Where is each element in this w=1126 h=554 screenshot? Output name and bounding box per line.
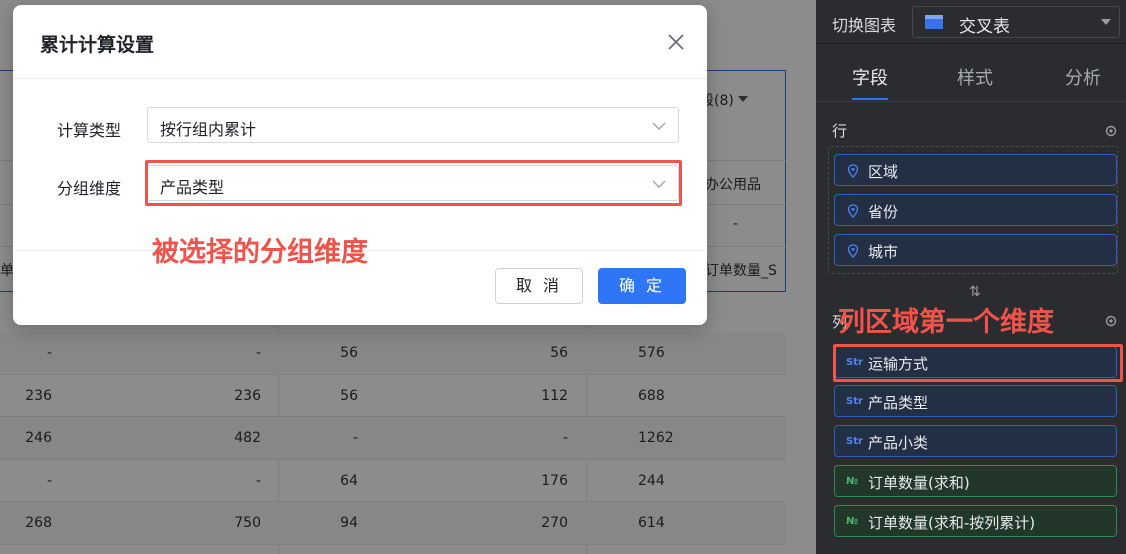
chevron-down-icon — [652, 122, 666, 130]
string-type-icon: Str — [846, 396, 863, 407]
close-icon[interactable] — [665, 31, 687, 53]
row-field-label: 区域 — [868, 163, 899, 181]
panel-tabs: 字段 样式 分析 — [816, 44, 1126, 102]
group-dim-label: 分组维度 — [57, 179, 122, 198]
location-pin-icon — [847, 244, 859, 258]
measure-field-pill[interactable]: № 订单数量(求和-按列累计) — [834, 505, 1117, 537]
row-field-pill[interactable]: 省份 — [834, 194, 1117, 226]
calc-type-value: 按行组内累计 — [160, 120, 257, 139]
swap-rows-columns-icon[interactable]: ⇅ — [969, 284, 981, 300]
gear-icon[interactable] — [1104, 314, 1118, 328]
gear-icon[interactable] — [1104, 124, 1118, 138]
caret-down-icon — [1101, 19, 1111, 25]
location-pin-icon — [847, 204, 859, 218]
column-field-pill[interactable]: Str 产品小类 — [834, 425, 1117, 457]
confirm-button[interactable]: 确 定 — [598, 268, 686, 304]
measure-field-label: 订单数量(求和-按列累计) — [868, 514, 1036, 532]
number-type-icon: № — [846, 516, 859, 527]
calc-type-label: 计算类型 — [57, 121, 122, 140]
column-field-pill[interactable]: Str 产品类型 — [834, 385, 1117, 417]
config-panel: 切换图表 交叉表 字段 样式 分析 行 区域 省份 城市 ⇅ 列 Str 运输方… — [816, 0, 1126, 554]
measure-field-pill[interactable]: № 订单数量(求和) — [834, 465, 1117, 497]
crosstab-icon — [925, 15, 943, 29]
chart-type-select[interactable]: 交叉表 — [912, 6, 1120, 38]
dialog-header-divider — [13, 78, 707, 79]
row-field-pill[interactable]: 城市 — [834, 234, 1117, 266]
rows-section-title: 行 — [832, 122, 848, 140]
row-field-label: 省份 — [868, 203, 899, 221]
annotation-text-selected-dim: 被选择的分组维度 — [152, 237, 368, 268]
tab-style[interactable]: 样式 — [957, 64, 993, 90]
tab-analysis[interactable]: 分析 — [1065, 64, 1101, 90]
measure-field-label: 订单数量(求和) — [868, 474, 970, 492]
annotation-highlight-group-dim — [145, 160, 682, 206]
row-field-pill[interactable]: 区域 — [834, 154, 1117, 186]
cancel-button[interactable]: 取 消 — [495, 268, 583, 304]
annotation-text-first-column-dim: 列区域第一个维度 — [838, 307, 1054, 338]
column-field-label: 产品小类 — [868, 434, 929, 452]
column-field-label: 产品类型 — [868, 394, 929, 412]
row-field-label: 城市 — [868, 243, 899, 261]
location-pin-icon — [847, 164, 859, 178]
calc-type-select[interactable]: 按行组内累计 — [147, 107, 679, 143]
annotation-highlight-first-column — [833, 344, 1123, 382]
dialog-title: 累计计算设置 — [40, 34, 155, 56]
string-type-icon: Str — [846, 436, 863, 447]
chart-type-value: 交叉表 — [959, 17, 1010, 37]
switch-chart-label: 切换图表 — [832, 16, 897, 35]
chart-switch-bar: 切换图表 交叉表 — [816, 0, 1126, 44]
tab-fields[interactable]: 字段 — [852, 64, 888, 90]
active-tab-indicator — [852, 98, 888, 100]
number-type-icon: № — [846, 476, 859, 487]
